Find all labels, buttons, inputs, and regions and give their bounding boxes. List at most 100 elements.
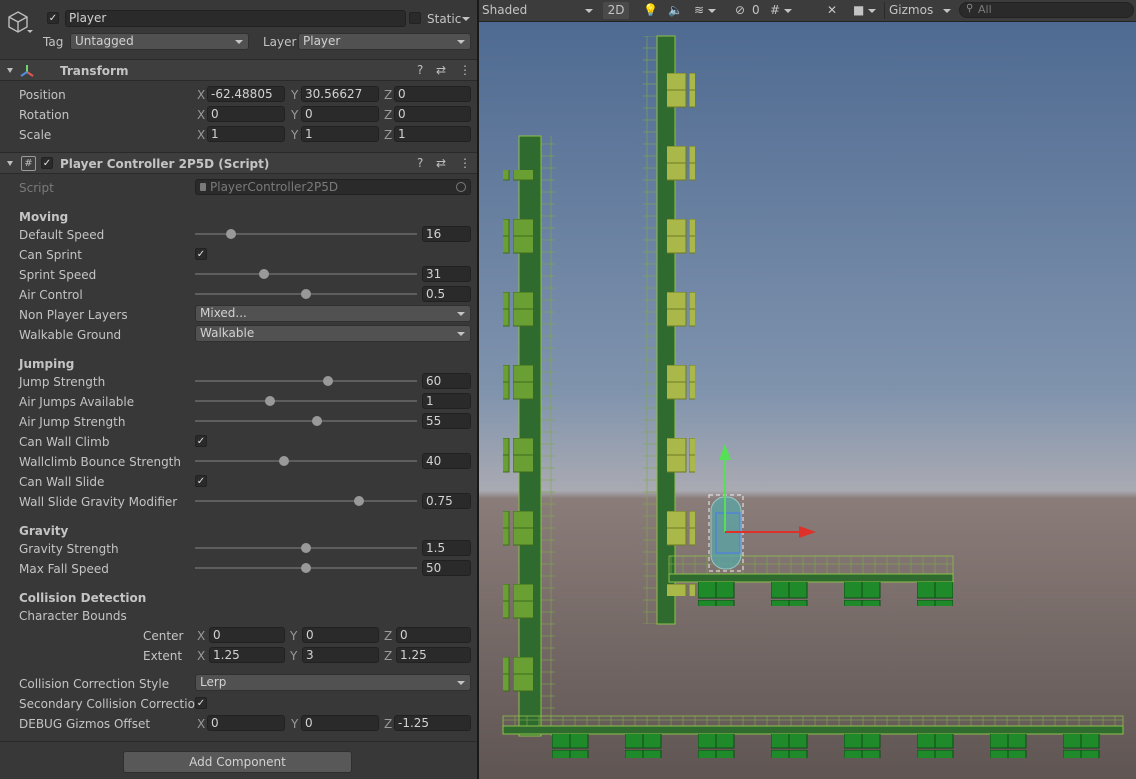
air-control-field[interactable]: 0.5 — [422, 286, 471, 302]
debug-offset-x-field[interactable]: 0 — [207, 715, 285, 731]
air-jumps-field[interactable]: 1 — [422, 393, 471, 409]
static-label[interactable]: Static — [427, 12, 461, 26]
scene-view[interactable]: Shaded 2D 💡 🔈 ≋ ⊘ 0 # ✕ ■ Gizmos ⚲ All — [479, 0, 1136, 779]
slider-knob[interactable] — [265, 396, 276, 406]
layer-dropdown[interactable]: Player — [298, 33, 471, 50]
wallclimb-bounce-field[interactable]: 40 — [422, 453, 471, 469]
air-jump-strength-slider[interactable] — [195, 416, 417, 426]
menu-kebab-icon[interactable]: ⋮ — [459, 63, 471, 77]
help-icon[interactable]: ? — [417, 156, 423, 170]
scale-label: Scale — [19, 128, 52, 142]
sprint-speed-field[interactable]: 31 — [422, 266, 471, 282]
script-component-header[interactable]: # ✓ Player Controller 2P5D (Script) ? ⇄ … — [0, 152, 477, 174]
can-sprint-checkbox[interactable]: ✓ — [195, 248, 207, 260]
secondary-correction-checkbox[interactable]: ✓ — [195, 697, 207, 709]
position-z-field[interactable]: 0 — [394, 86, 471, 102]
slider-knob[interactable] — [312, 416, 323, 426]
position-x-field[interactable]: -62.48805 — [207, 86, 285, 102]
wall-slide-gravity-field[interactable]: 0.75 — [422, 493, 471, 509]
scale-x-field[interactable]: 1 — [207, 126, 285, 142]
effects-icon[interactable]: ≋ — [694, 2, 717, 19]
air-jump-strength-field[interactable]: 55 — [422, 413, 471, 429]
slider-knob[interactable] — [354, 496, 365, 506]
transform-header[interactable]: Transform ? ⇄ ⋮ — [0, 59, 477, 81]
static-dropdown-arrow[interactable] — [462, 17, 470, 21]
help-icon[interactable]: ? — [417, 63, 423, 77]
active-checkbox[interactable]: ✓ — [47, 12, 59, 24]
collapse-arrow[interactable] — [7, 161, 13, 166]
icon-dropdown-arrow[interactable] — [27, 30, 33, 33]
slider-knob[interactable] — [225, 229, 236, 239]
light-icon[interactable]: 💡 — [643, 2, 658, 19]
wallclimb-bounce-slider[interactable] — [195, 456, 417, 466]
menu-kebab-icon[interactable]: ⋮ — [459, 156, 471, 170]
gizmos-dropdown[interactable]: Gizmos — [884, 2, 956, 19]
camera-icon[interactable]: ■ — [853, 2, 877, 19]
jump-strength-slider[interactable] — [195, 376, 417, 386]
walkable-ground-dropdown[interactable]: Walkable — [195, 325, 471, 342]
script-reference-field[interactable]: PlayerController2P5D — [195, 179, 471, 195]
debug-offset-z-field[interactable]: -1.25 — [394, 715, 471, 731]
separator — [0, 741, 477, 742]
collapse-arrow[interactable] — [7, 68, 13, 73]
toggle-2d-button[interactable]: 2D — [603, 2, 629, 19]
tag-dropdown[interactable]: Untagged — [70, 33, 249, 50]
scene-search-input[interactable]: ⚲ All — [959, 2, 1134, 18]
default-speed-label: Default Speed — [19, 228, 105, 242]
sprint-speed-label: Sprint Speed — [19, 268, 97, 282]
non-player-layers-dropdown[interactable]: Mixed... — [195, 305, 471, 322]
air-control-label: Air Control — [19, 288, 83, 302]
slider-knob[interactable] — [278, 456, 289, 466]
preset-icon[interactable]: ⇄ — [436, 156, 446, 170]
slider-knob[interactable] — [301, 563, 311, 573]
object-name-field[interactable]: Player — [65, 10, 406, 27]
default-speed-field[interactable]: 16 — [422, 226, 471, 242]
can-wall-slide-checkbox[interactable]: ✓ — [195, 475, 207, 487]
correction-style-value: Lerp — [200, 675, 227, 689]
extent-z-field[interactable]: 1.25 — [396, 647, 471, 663]
position-y-field[interactable]: 30.56627 — [301, 86, 379, 102]
tools-icon[interactable]: ✕ — [827, 2, 837, 19]
visibility-icon[interactable]: ⊘ — [735, 2, 745, 19]
gravity-strength-field[interactable]: 1.5 — [422, 540, 471, 556]
correction-style-dropdown[interactable]: Lerp — [195, 674, 471, 691]
preset-icon[interactable]: ⇄ — [436, 63, 446, 77]
slider-knob[interactable] — [258, 269, 269, 279]
center-x-field[interactable]: 0 — [209, 627, 285, 643]
can-wall-climb-checkbox[interactable]: ✓ — [195, 435, 207, 447]
scale-z-field[interactable]: 1 — [394, 126, 471, 142]
component-enabled-checkbox[interactable]: ✓ — [41, 157, 53, 169]
scene-toolbar: Shaded 2D 💡 🔈 ≋ ⊘ 0 # ✕ ■ Gizmos ⚲ All — [479, 0, 1136, 22]
max-fall-speed-slider[interactable] — [195, 563, 417, 573]
slider-knob[interactable] — [301, 543, 311, 553]
scale-y-field[interactable]: 1 — [301, 126, 379, 142]
center-z-field[interactable]: 0 — [396, 627, 471, 643]
air-control-slider[interactable] — [195, 289, 417, 299]
air-jumps-slider[interactable] — [195, 396, 417, 406]
grid-icon[interactable]: # — [770, 2, 793, 19]
rotation-x-field[interactable]: 0 — [207, 106, 285, 122]
shading-mode-dropdown[interactable]: Shaded — [482, 2, 597, 19]
sprint-speed-slider[interactable] — [195, 269, 417, 279]
extent-x-field[interactable]: 1.25 — [209, 647, 285, 663]
scene-viewport[interactable] — [479, 0, 1136, 779]
rotation-z-field[interactable]: 0 — [394, 106, 471, 122]
rotation-y-field[interactable]: 0 — [301, 106, 379, 122]
slider-knob[interactable] — [323, 376, 334, 386]
gravity-strength-slider[interactable] — [195, 543, 417, 553]
axis-x-label: X — [197, 128, 206, 142]
debug-offset-y-field[interactable]: 0 — [301, 715, 379, 731]
center-y-field[interactable]: 0 — [302, 627, 379, 643]
add-component-button[interactable]: Add Component — [123, 751, 352, 773]
slider-knob[interactable] — [301, 289, 311, 299]
jump-strength-field[interactable]: 60 — [422, 373, 471, 389]
wall-slide-gravity-slider[interactable] — [195, 496, 417, 506]
extent-y-field[interactable]: 3 — [302, 647, 379, 663]
default-speed-slider[interactable] — [195, 229, 417, 239]
static-checkbox[interactable] — [409, 12, 421, 24]
transform-title: Transform — [60, 64, 129, 78]
max-fall-speed-field[interactable]: 50 — [422, 560, 471, 576]
script-value: PlayerController2P5D — [210, 180, 339, 194]
audio-icon[interactable]: 🔈 — [668, 2, 683, 19]
object-picker-icon[interactable] — [456, 182, 466, 192]
